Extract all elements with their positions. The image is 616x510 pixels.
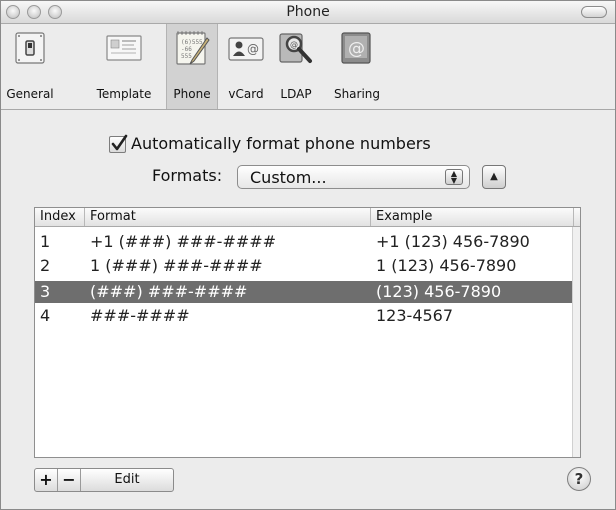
toolbar-item-ldap[interactable]: @ LDAP — [273, 24, 319, 110]
table-row-selected[interactable]: 3 (###) ###-#### (123) 456-7890 — [35, 281, 573, 303]
column-divider — [573, 208, 574, 226]
column-divider — [370, 208, 371, 226]
cell-example: (123) 456-7890 — [376, 282, 502, 301]
table-scrollbar[interactable] — [572, 227, 580, 457]
edit-button-group: + − Edit — [34, 468, 174, 492]
svg-text:-66: -66 — [181, 46, 192, 53]
vcard-icon: @ — [228, 37, 264, 61]
toolbar-item-template[interactable]: Template — [89, 24, 159, 110]
table-row[interactable]: 1 +1 (###) ###-#### +1 (123) 456-7890 — [35, 231, 573, 253]
cell-format: ###-#### — [90, 306, 190, 325]
toolbar-item-phone[interactable]: (6)555 -66 555 Phone — [166, 24, 218, 110]
cell-format: 1 (###) ###-#### — [90, 256, 263, 275]
add-format-button[interactable]: + — [35, 469, 57, 491]
toolbar-item-sharing[interactable]: @ Sharing — [327, 24, 387, 110]
triangle-up-icon: ▲ — [490, 171, 498, 182]
column-header-example[interactable]: Example — [376, 209, 432, 224]
cell-example: +1 (123) 456-7890 — [376, 232, 530, 251]
remove-format-button[interactable]: − — [58, 469, 80, 491]
cell-format: (###) ###-#### — [90, 282, 248, 301]
toolbar-label-ldap: LDAP — [280, 87, 312, 101]
column-divider — [84, 208, 85, 226]
toolbar-item-vcard[interactable]: @ vCard — [220, 24, 272, 110]
toolbar-toggle-button[interactable] — [581, 6, 607, 18]
toolbar-item-general[interactable]: General — [1, 24, 59, 110]
edit-format-button[interactable]: Edit — [81, 469, 173, 491]
cell-index: 1 — [40, 232, 51, 251]
toolbar-label-sharing: Sharing — [333, 87, 381, 101]
preferences-toolbar: General Template (6)555 -66 555 Phone @ … — [1, 24, 615, 110]
svg-text:@: @ — [290, 40, 298, 49]
auto-format-checkbox[interactable] — [109, 134, 128, 153]
sharing-at-icon: @ — [341, 32, 371, 64]
checkmark-icon — [111, 134, 128, 151]
title-bar: Phone — [1, 1, 615, 24]
cell-example: 123-4567 — [376, 306, 454, 325]
column-header-index[interactable]: Index — [40, 209, 76, 224]
formats-label: Formats: — [152, 166, 223, 185]
template-card-icon — [106, 35, 142, 61]
help-button[interactable]: ? — [567, 467, 591, 491]
cell-index: 2 — [40, 256, 51, 275]
table-header: Index Format Example — [35, 208, 580, 227]
cell-format: +1 (###) ###-#### — [90, 232, 277, 251]
svg-text:555: 555 — [181, 53, 192, 60]
cell-example: 1 (123) 456-7890 — [376, 256, 517, 275]
phone-notepad-icon: (6)555 -66 555 — [176, 31, 210, 65]
toolbar-label-vcard: vCard — [228, 87, 264, 101]
toolbar-divider — [1, 109, 615, 110]
cell-index: 4 — [40, 306, 51, 325]
toolbar-label-phone: Phone — [173, 87, 211, 101]
column-header-format[interactable]: Format — [90, 209, 136, 224]
ldap-search-icon: @ — [279, 33, 312, 63]
toolbar-label-template: Template — [96, 87, 152, 101]
general-switch-icon — [15, 32, 45, 64]
formats-disclosure-button[interactable]: ▲ — [482, 165, 506, 189]
auto-format-label: Automatically format phone numbers — [131, 134, 431, 153]
window-title: Phone — [286, 4, 330, 20]
svg-text:(6)555: (6)555 — [181, 39, 203, 46]
cell-index: 3 — [40, 282, 51, 301]
formats-popup[interactable]: Custom... ▲ ▼ — [237, 165, 470, 189]
table-row[interactable]: 4 ###-#### 123-4567 — [35, 305, 573, 327]
svg-text:@: @ — [348, 39, 365, 59]
svg-text:@: @ — [247, 42, 259, 56]
table-row[interactable]: 2 1 (###) ###-#### 1 (123) 456-7890 — [35, 255, 573, 277]
preferences-window: Phone General Template (6)555 -66 555 Ph… — [0, 0, 616, 510]
popup-arrows-icon: ▲ ▼ — [445, 169, 463, 185]
formats-popup-value: Custom... — [250, 168, 327, 187]
toolbar-label-general: General — [6, 87, 54, 101]
formats-table[interactable]: Index Format Example 1 +1 (###) ###-####… — [34, 207, 581, 458]
